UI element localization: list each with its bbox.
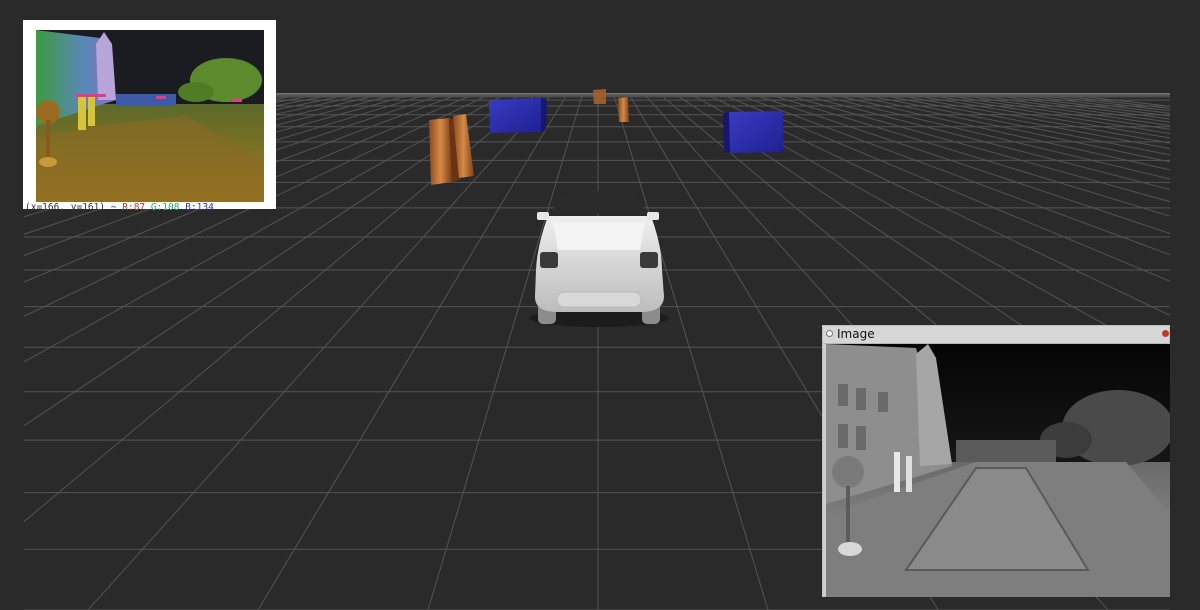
thermal-camera-image: [826, 344, 1170, 597]
pixel-info-red: R:87: [122, 202, 146, 212]
pixel-info-green: G:108: [150, 202, 180, 212]
image-window-title: Image: [837, 327, 875, 341]
color-camera-image: [36, 30, 264, 202]
pedestrian-box-4: [593, 89, 606, 104]
pixel-info-prefix: (x=166, y=161) ~: [25, 202, 117, 212]
pixel-info-blue: B:134: [185, 202, 214, 212]
close-icon[interactable]: [1162, 330, 1169, 337]
image-window-titlebar[interactable]: Image: [823, 326, 1169, 344]
vehicle-box-1: [489, 98, 547, 133]
pedestrian-box-3: [618, 97, 629, 122]
pixel-info-readout: (x=166, y=161) ~ R:87 G:108 B:134: [25, 201, 214, 212]
window-menu-icon[interactable]: [826, 330, 833, 337]
image-window[interactable]: Image: [822, 325, 1170, 597]
color-camera-panel[interactable]: (x=166, y=161) ~ R:87 G:108 B:134: [23, 20, 276, 212]
vehicle-box-2: [723, 111, 783, 153]
